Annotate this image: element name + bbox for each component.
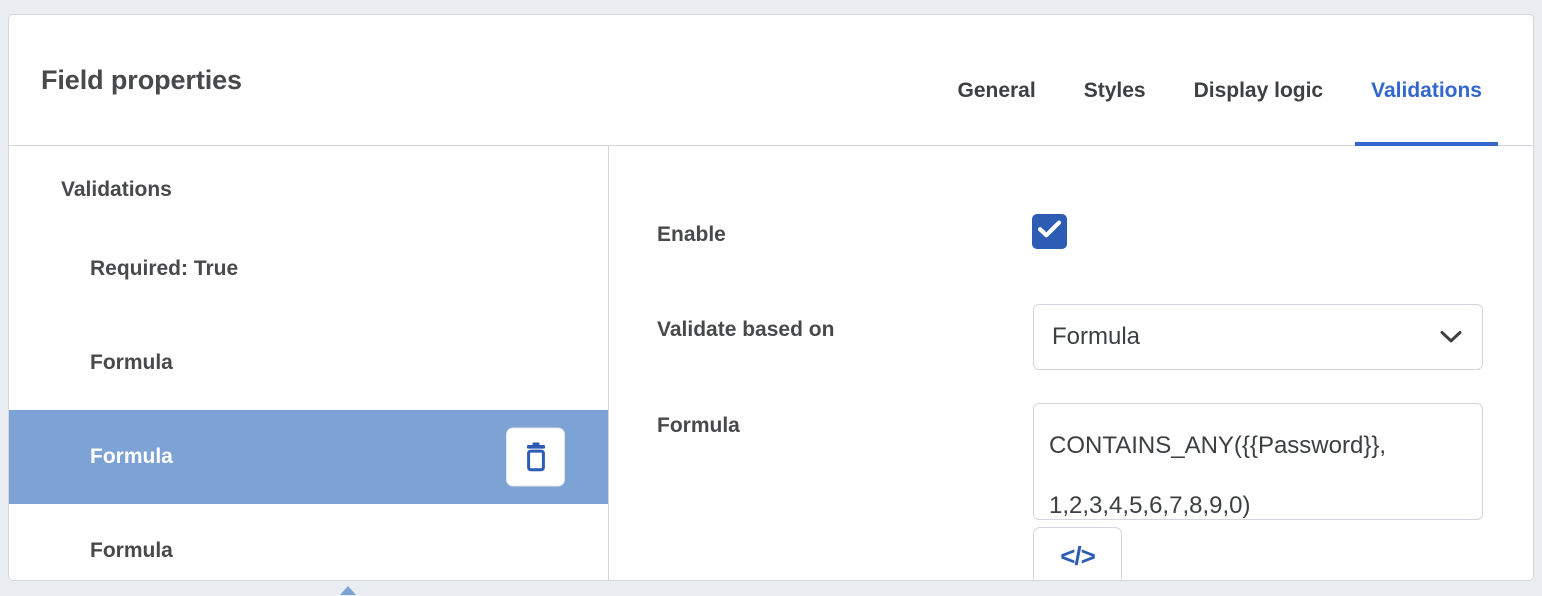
field-properties-card: Field properties General Styles Display … — [8, 14, 1534, 581]
validate-based-on-select[interactable]: Formula — [1033, 304, 1483, 370]
formula-label: Formula — [657, 414, 740, 437]
sidebar-item-formula-1[interactable]: Formula — [9, 316, 608, 410]
page-root: Field properties General Styles Display … — [0, 0, 1542, 596]
validation-detail-panel: Enable Validate based on Formula Formula… — [609, 146, 1533, 580]
tab-general[interactable]: General — [933, 15, 1059, 146]
sidebar-item-label: Required: True — [90, 257, 239, 280]
sidebar-item-required[interactable]: Required: True — [9, 222, 608, 316]
sidebar-item-label: Formula — [90, 351, 173, 374]
validate-based-on-label: Validate based on — [657, 318, 835, 341]
tab-styles[interactable]: Styles — [1060, 15, 1170, 146]
check-icon — [1037, 220, 1062, 243]
tab-bar: General Styles Display logic Validations — [933, 15, 1506, 146]
select-value: Formula — [1052, 323, 1141, 350]
card-header: Field properties General Styles Display … — [9, 15, 1533, 146]
chevron-down-icon — [1440, 331, 1462, 344]
formula-textarea[interactable]: CONTAINS_ANY({{Password}}, 1,2,3,4,5,6,7… — [1033, 403, 1483, 520]
page-title: Field properties — [41, 65, 242, 95]
tab-validations[interactable]: Validations — [1347, 15, 1506, 146]
sidebar-item-label: Formula — [90, 539, 173, 562]
trash-icon — [523, 442, 549, 472]
scroll-indicator-arrow — [340, 586, 356, 595]
delete-validation-button[interactable] — [506, 427, 565, 487]
validations-sidebar: Validations Required: True Formula Formu… — [9, 146, 609, 580]
tab-display-logic[interactable]: Display logic — [1170, 15, 1348, 146]
formula-code-button[interactable]: </> — [1033, 527, 1122, 580]
enable-label: Enable — [657, 223, 726, 246]
sidebar-item-formula-3[interactable]: Formula — [9, 504, 608, 580]
sidebar-item-formula-2-selected[interactable]: Formula — [9, 410, 608, 504]
enable-checkbox[interactable] — [1032, 214, 1067, 249]
sidebar-item-label: Formula — [90, 445, 173, 468]
card-body: Validations Required: True Formula Formu… — [9, 146, 1533, 580]
sidebar-group-title: Validations — [61, 178, 172, 201]
